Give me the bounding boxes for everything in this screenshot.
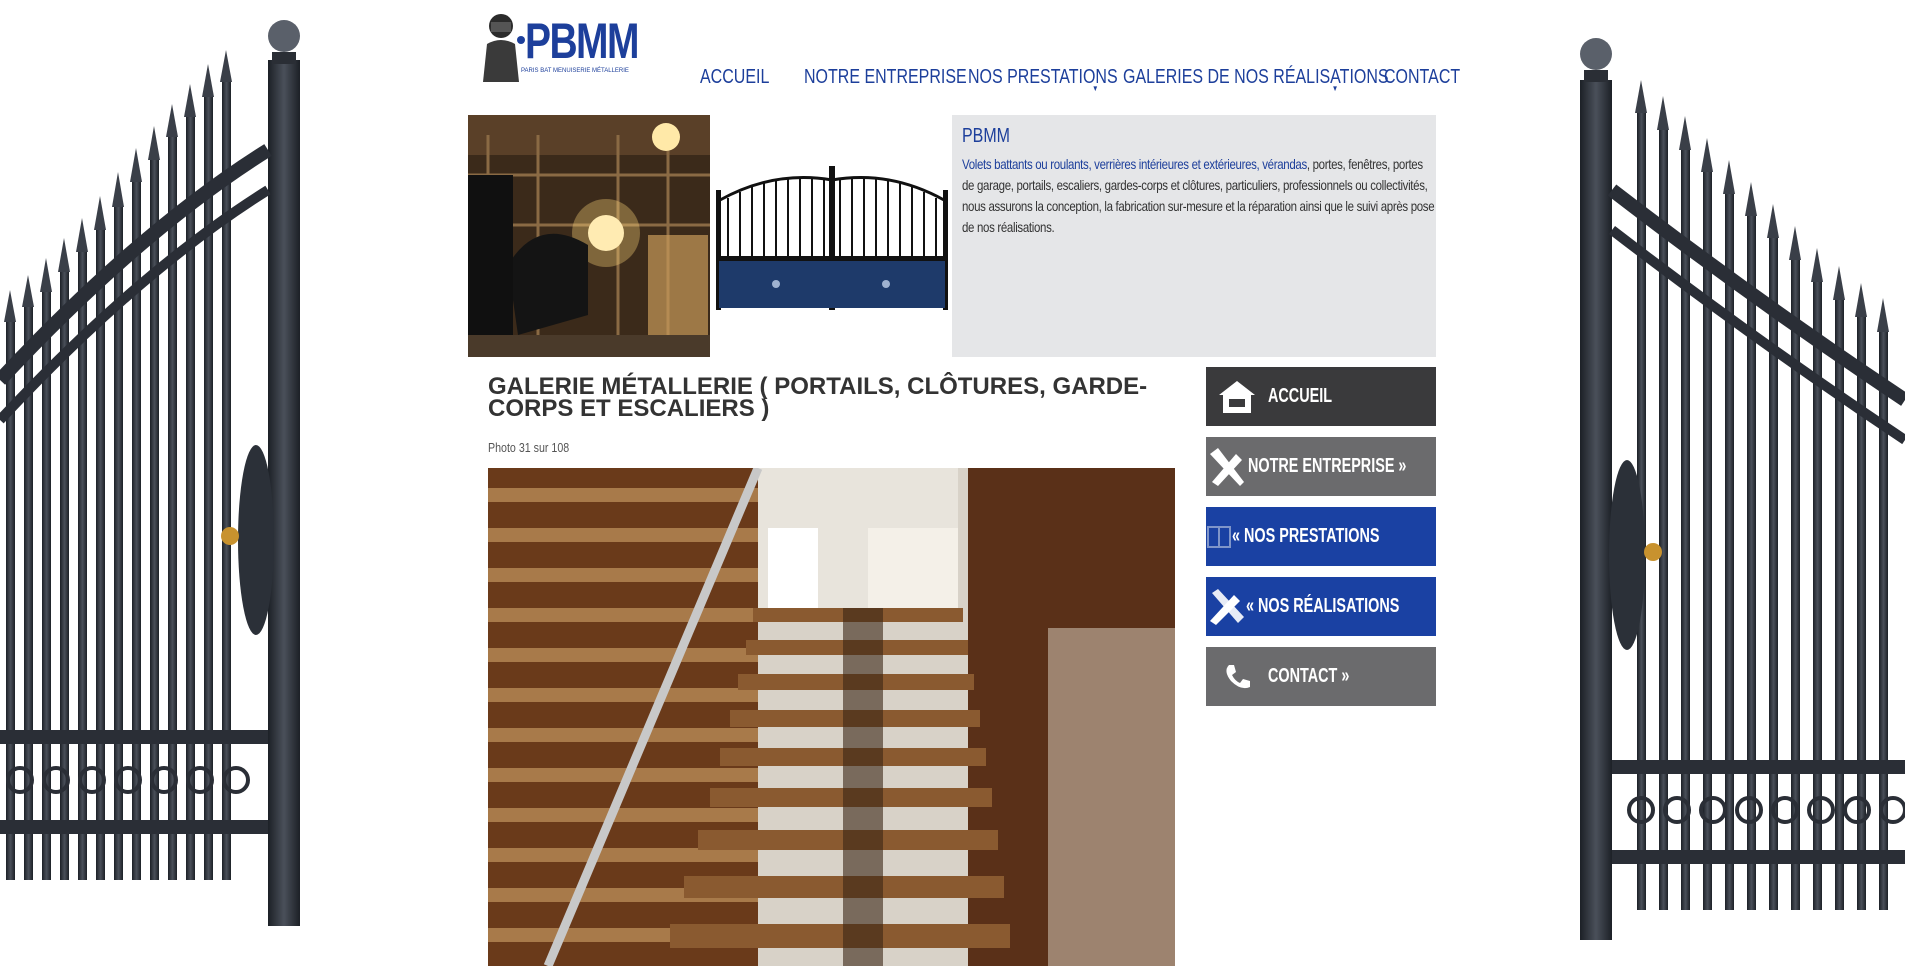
gate-product-image	[716, 160, 948, 310]
welder-logo-icon	[483, 14, 525, 82]
side-notre-entreprise-label: NOTRE ENTREPRISE »	[1248, 455, 1407, 477]
gallery-title: GALERIE MÉTALLERIE ( PORTAILS, CLÔTURES,…	[488, 373, 1148, 422]
side-nos-realisations-label: « NOS RÉALISATIONS	[1246, 595, 1400, 617]
top-navigation: ACCUEIL NOTRE ENTREPRISE NOS PRESTATIONS…	[700, 66, 1464, 93]
intro-paragraph: Volets battants ou roulants, verrières i…	[962, 154, 1436, 238]
intro-title: PBMM	[962, 125, 1010, 147]
side-contact-button[interactable]: CONTACT »	[1206, 647, 1436, 706]
pencil-ruler-icon	[1206, 577, 1246, 636]
tools-icon	[1206, 437, 1248, 496]
nav-notre-entreprise[interactable]: NOTRE ENTREPRISE	[804, 66, 967, 89]
dropdown-caret-icon: ▼	[1331, 84, 1339, 93]
right-gate-image	[1575, 0, 1905, 966]
intro-box: PBMM Volets battants ou roulants, verriè…	[952, 115, 1436, 357]
nav-nos-prestations[interactable]: NOS PRESTATIONS ▼	[968, 66, 1118, 93]
nav-contact[interactable]: CONTACT	[1384, 66, 1460, 89]
intro-highlight: Volets battants ou roulants, verrières i…	[962, 156, 1307, 172]
nav-accueil[interactable]: ACCUEIL	[700, 66, 783, 89]
book-icon	[1206, 507, 1232, 566]
dropdown-caret-icon: ▼	[1092, 84, 1099, 93]
side-nos-prestations-label: « NOS PRESTATIONS	[1232, 525, 1380, 547]
gallery-photo-staircase[interactable]	[488, 468, 1175, 966]
logo-wordmark: PBMM	[525, 13, 639, 69]
side-nos-prestations-button[interactable]: « NOS PRESTATIONS	[1206, 507, 1436, 566]
side-nos-realisations-button[interactable]: « NOS RÉALISATIONS	[1206, 577, 1436, 636]
home-icon	[1206, 367, 1268, 426]
logo-tagline: PARIS BAT MENUISERIE MÉTALLERIE	[521, 68, 629, 74]
welder-photo	[468, 115, 710, 357]
side-contact-label: CONTACT »	[1268, 665, 1350, 687]
side-notre-entreprise-button[interactable]: NOTRE ENTREPRISE »	[1206, 437, 1436, 496]
photo-counter: Photo 31 sur 108	[488, 440, 570, 455]
phone-icon	[1206, 647, 1268, 706]
side-accueil-button[interactable]: ACCUEIL	[1206, 367, 1436, 426]
side-accueil-label: ACCUEIL	[1268, 385, 1333, 407]
site-logo[interactable]: PBMM PARIS BAT MENUISERIE MÉTALLERIE	[477, 10, 639, 82]
nav-galeries[interactable]: GALERIES DE NOS RÉALISATIONS ▼	[1123, 66, 1389, 93]
left-gate-image	[0, 0, 305, 966]
side-menu: ACCUEIL NOTRE ENTREPRISE » « NOS PRESTAT…	[1206, 367, 1436, 717]
